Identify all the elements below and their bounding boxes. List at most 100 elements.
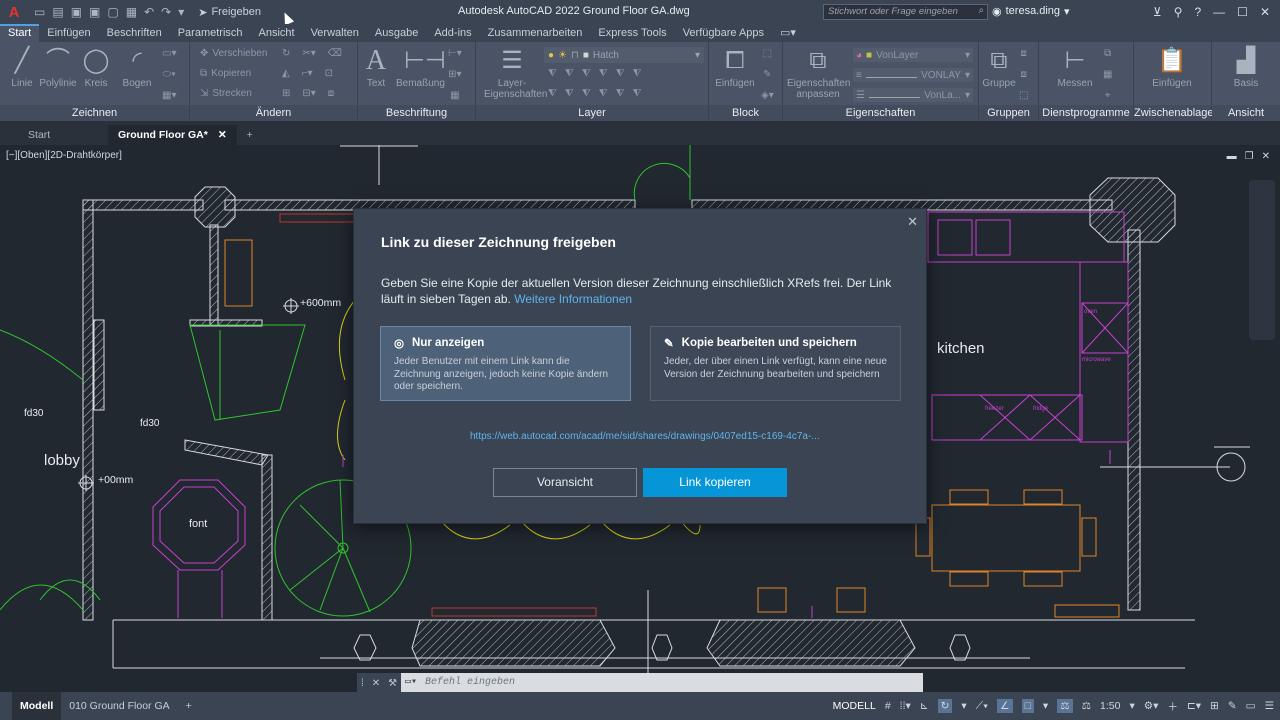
minimize-icon[interactable]: — [1213,5,1225,19]
units-icon[interactable]: ⊏▾ [1187,700,1201,712]
leader-icon[interactable]: ⊢▾ [448,48,462,59]
array-icon[interactable]: ⊟▾ [302,88,315,99]
tab-verwalten[interactable]: Verwalten [303,24,367,42]
close-icon[interactable]: ✕ [218,125,227,145]
help-icon[interactable]: ? [1194,5,1201,19]
option-view-only[interactable]: ◎ Nur anzeigen Jeder Benutzer mit einem … [380,326,631,401]
group-edit-icon[interactable]: ⧈ [1021,69,1027,80]
snap-icon[interactable]: ⁞⁞▾ [900,700,911,712]
measure-tool[interactable]: ⊢ Messen [1055,46,1095,89]
layer-tool-icon[interactable]: ⧨ [599,68,608,79]
rectangle-icon[interactable]: ▭▾ [162,48,176,59]
tab-start[interactable]: Start [0,24,40,42]
tab-beschriften[interactable]: Beschriften [99,24,170,42]
gear-icon[interactable]: ⚙▾ [1144,700,1159,712]
calculator-icon[interactable]: ▦ [1103,69,1112,80]
preview-button[interactable]: Voransicht [493,468,637,497]
tab-express-tools[interactable]: Express Tools [590,24,674,42]
wrench-icon[interactable]: ⚒ [388,678,397,689]
user-menu[interactable]: ◉ teresa.ding ▾ [992,5,1070,18]
layer-tool-icon[interactable]: ⧨ [548,88,557,99]
redo-icon[interactable]: ↷ [161,5,171,19]
help-search-input[interactable]: Stichwort oder Frage eingeben ⌕ [823,4,988,20]
panel-label-zwischenablage[interactable]: Zwischenablage [1134,105,1214,121]
chevron-down-icon[interactable]: ▾ [961,700,966,712]
maximize-icon[interactable]: ☐ [1237,5,1248,19]
mirror-icon[interactable]: ◭ [282,68,290,79]
clean-screen-icon[interactable]: ▭ [1246,700,1256,712]
ellipse-icon[interactable]: ⬭▾ [163,69,176,80]
tab-ansicht[interactable]: Ansicht [251,24,303,42]
grip-icon[interactable]: ⁞ [361,678,364,689]
panel-label-layer[interactable]: Layer [476,105,708,121]
panel-label-eigenschaften[interactable]: Eigenschaften [783,105,978,121]
annotation-scale[interactable]: 1:50 [1100,700,1120,712]
close-icon[interactable]: ✕ [1260,5,1270,19]
save-as-icon[interactable]: ▣ [89,5,100,19]
tab-layout[interactable]: 010 Ground Floor GA [61,692,177,720]
save-icon[interactable]: ▣ [71,5,82,19]
customize-dropdown-icon[interactable]: ▾ [178,5,184,19]
panel-label-ansicht[interactable]: Ansicht [1212,105,1280,121]
polar-tracking-icon[interactable]: ↻ [937,699,953,713]
close-icon[interactable]: ✕ [372,678,380,689]
object-snap-tracking-icon[interactable]: ∠ [997,699,1013,713]
linetype-dropdown[interactable]: ≡ VONLAY ▾ [853,68,973,82]
chevron-down-icon[interactable]: ▾ [1043,700,1048,712]
chevron-down-icon[interactable]: ▾ [1129,700,1134,712]
offset-icon[interactable]: ⧈ [328,88,334,99]
tab-model[interactable]: Modell [12,692,62,720]
panel-label-block[interactable]: Block [709,105,782,121]
autocad-logo-icon[interactable]: A [0,4,28,21]
option-edit-save[interactable]: ✎ Kopie bearbeiten und speichern Jeder, … [650,326,901,401]
panel-label-dienstprogramme[interactable]: Dienstprogramme [1039,105,1133,121]
explode-icon[interactable]: ⊡ [325,68,333,79]
trim-icon[interactable]: ✂▾ [302,48,315,59]
lineweight-dropdown[interactable]: ☰ VonLa... ▾ [853,88,973,102]
isolate-objects-icon[interactable]: ⊞ [1210,700,1219,712]
tab-add-ins[interactable]: Add-ins [426,24,479,42]
polyline-tool[interactable]: ⌒ Polylinie [38,46,78,89]
circle-tool[interactable]: ◯ Kreis [76,46,116,89]
connect-icon[interactable]: ⚲ [1174,5,1183,19]
layer-tool-icon[interactable]: ⧨ [548,68,557,79]
color-dropdown[interactable]: ◕ ■ VonLayer ▾ [853,48,973,62]
open-file-icon[interactable]: ▤ [52,5,63,19]
panel-label-zeichnen[interactable]: Zeichnen [0,105,189,121]
command-input[interactable]: ▭▾ Befehl eingeben [401,673,923,693]
ungroup-icon[interactable]: ⧈ [1021,48,1027,59]
base-view-tool[interactable]: ▟ Basis [1226,46,1266,89]
customize-icon[interactable]: ☰ [1265,700,1274,712]
viewport-controls-label[interactable]: [−][Oben][2D-Drahtkörper] [6,150,122,161]
new-file-icon[interactable]: ▭ [34,5,45,19]
layer-tool-icon[interactable]: ⧨ [616,68,625,79]
move-tool[interactable]: ✥ Verschieben [200,48,267,59]
grid-icon[interactable]: # [885,700,891,712]
undo-icon[interactable]: ↶ [144,5,154,19]
layer-tool-icon[interactable]: ⧨ [565,88,574,99]
group-select-icon[interactable]: ⬚ [1019,90,1028,101]
copy-tool[interactable]: ⧉ Kopieren [200,68,251,79]
close-icon[interactable]: ✕ [907,214,918,230]
line-tool[interactable]: ╱ Linie [2,46,42,89]
layer-tool-icon[interactable]: ⧨ [565,68,574,79]
more-info-link[interactable]: Weitere Informationen [514,292,632,306]
tab-parametrisch[interactable]: Parametrisch [170,24,251,42]
attribute-icon[interactable]: ◈▾ [761,90,774,101]
id-point-icon[interactable]: ⌖ [1105,90,1111,101]
group-tool[interactable]: ⧉ Gruppe [979,46,1019,89]
annotation-visibility-icon[interactable]: ⚖ [1057,699,1073,713]
panel-label-beschriftung[interactable]: Beschriftung [358,105,475,121]
grid-table-icon[interactable]: ▦ [450,90,459,101]
stretch-tool[interactable]: ⇲ Strecken [200,88,252,99]
table-icon[interactable]: ⊞▾ [448,69,461,80]
copy-link-button[interactable]: Link kopieren [643,468,787,497]
dimension-tool[interactable]: ⊢⊣ Bemaßung [396,46,446,89]
plot-icon[interactable]: ▦ [126,5,137,19]
layer-tool-icon[interactable]: ⧨ [633,68,642,79]
tab-zusammenarbeiten[interactable]: Zusammenarbeiten [480,24,591,42]
auto-scale-icon[interactable]: ⚖ [1082,700,1091,712]
layer-tool-icon[interactable]: ⧨ [582,88,591,99]
tab-verfuegbare-apps[interactable]: Verfügbare Apps [675,24,772,42]
object-snap-icon[interactable]: □ [1021,699,1034,713]
